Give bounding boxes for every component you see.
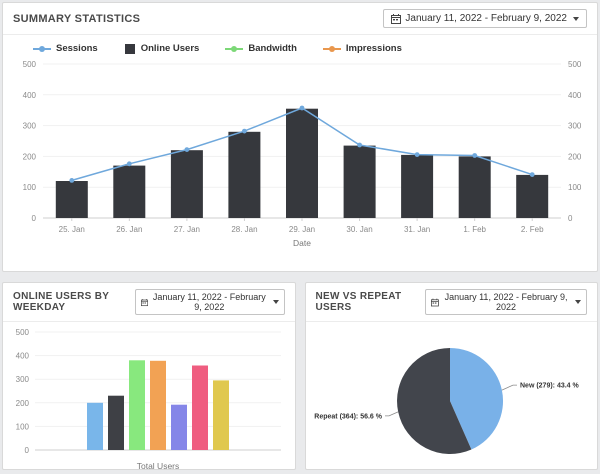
new-vs-repeat-users-panel: NEW VS REPEAT USERS January 11, 2022 - F… (305, 282, 599, 470)
svg-text:300: 300 (568, 122, 582, 131)
pie-chart-wrap: New (279): 43.4 % Repeat (364): 56.6 % (306, 322, 598, 470)
summary-date-range-picker[interactable]: January 11, 2022 - February 9, 2022 (383, 9, 587, 28)
legend-item-label: Bandwidth (248, 43, 297, 54)
legend-line-marker (33, 45, 51, 53)
svg-text:0: 0 (32, 214, 37, 223)
legend-box-marker (124, 44, 136, 54)
online-users-by-weekday-panel: ONLINE USERS BY WEEKDAY January 11, 2022… (2, 282, 296, 470)
caret-down-icon (273, 300, 279, 304)
svg-text:200: 200 (23, 152, 37, 161)
calendar-icon (431, 298, 439, 307)
dashboard-page: SUMMARY STATISTICS January 11, 2022 - Fe… (0, 0, 600, 474)
weekday-date-range-label: January 11, 2022 - February 9, 2022 (152, 292, 266, 312)
svg-text:200: 200 (568, 152, 582, 161)
legend-item-label: Sessions (56, 43, 98, 54)
summary-panel-title: SUMMARY STATISTICS (13, 13, 140, 25)
svg-text:100: 100 (23, 183, 37, 192)
summary-panel-header: SUMMARY STATISTICS January 11, 2022 - Fe… (3, 3, 597, 35)
legend-item[interactable]: Sessions (33, 43, 98, 54)
summary-date-range-label: January 11, 2022 - February 9, 2022 (405, 13, 567, 24)
bottom-row: ONLINE USERS BY WEEKDAY January 11, 2022… (2, 282, 598, 470)
summary-chart-wrap: 0 0 100 100 200 200 300 300 400 400 500 500 25. Jan 2… (3, 56, 597, 259)
calendar-icon (391, 14, 401, 24)
svg-text:300: 300 (16, 375, 30, 384)
svg-text:25. Jan: 25. Jan (59, 225, 85, 234)
legend-item[interactable]: Bandwidth (225, 43, 297, 54)
legend-item-label: Impressions (346, 43, 402, 54)
new-repeat-panel-title: NEW VS REPEAT USERS (316, 291, 426, 313)
svg-text:27. Jan: 27. Jan (174, 225, 200, 234)
svg-text:Total Users: Total Users (137, 461, 180, 470)
legend-item[interactable]: Impressions (323, 43, 402, 54)
new-repeat-date-range-label: January 11, 2022 - February 9, 2022 (443, 292, 569, 312)
new-repeat-panel-header: NEW VS REPEAT USERS January 11, 2022 - F… (306, 283, 598, 322)
legend-line-marker (323, 45, 341, 53)
svg-text:300: 300 (23, 122, 37, 131)
svg-text:31. Jan: 31. Jan (404, 225, 430, 234)
svg-text:28. Jan: 28. Jan (231, 225, 257, 234)
legend-item-label: Online Users (141, 43, 200, 54)
calendar-icon (141, 298, 148, 307)
svg-text:1. Feb: 1. Feb (463, 225, 486, 234)
weekday-chart-wrap: 0 100 200 300 400 500 Total Users (3, 322, 295, 470)
svg-text:2. Feb: 2. Feb (521, 225, 544, 234)
summary-statistics-panel: SUMMARY STATISTICS January 11, 2022 - Fe… (2, 2, 598, 272)
weekday-date-range-picker[interactable]: January 11, 2022 - February 9, 2022 (135, 289, 284, 315)
weekday-bar-chart: 0 100 200 300 400 500 Total Users (5, 322, 293, 470)
svg-text:0: 0 (568, 214, 573, 223)
svg-text:500: 500 (16, 328, 30, 337)
weekday-panel-header: ONLINE USERS BY WEEKDAY January 11, 2022… (3, 283, 295, 322)
weekday-panel-title: ONLINE USERS BY WEEKDAY (13, 291, 135, 313)
svg-text:400: 400 (568, 91, 582, 100)
svg-text:29. Jan: 29. Jan (289, 225, 315, 234)
svg-text:0: 0 (25, 446, 30, 455)
svg-text:400: 400 (16, 352, 30, 361)
svg-text:500: 500 (568, 60, 582, 69)
svg-text:100: 100 (16, 422, 30, 431)
caret-down-icon (573, 17, 579, 21)
svg-text:30. Jan: 30. Jan (346, 225, 372, 234)
svg-text:New (279): 43.4 %: New (279): 43.4 % (520, 383, 580, 390)
new-vs-repeat-pie-chart: New (279): 43.4 % Repeat (364): 56.6 % (308, 322, 596, 470)
new-repeat-date-range-picker[interactable]: January 11, 2022 - February 9, 2022 (425, 289, 587, 315)
summary-chart-legend: Sessions Online Users Bandwidth Impressions (3, 35, 597, 56)
svg-text:Repeat (364): 56.6 %: Repeat (364): 56.6 % (314, 413, 382, 420)
svg-text:500: 500 (23, 60, 37, 69)
summary-combo-chart: 0 0 100 100 200 200 300 300 400 400 500 500 25. Jan 2… (5, 56, 599, 254)
svg-text:26. Jan: 26. Jan (116, 225, 142, 234)
caret-down-icon (575, 300, 581, 304)
svg-text:Date: Date (293, 238, 311, 248)
legend-item[interactable]: Online Users (124, 43, 200, 54)
legend-line-marker (225, 45, 243, 53)
svg-text:400: 400 (23, 91, 37, 100)
svg-text:200: 200 (16, 399, 30, 408)
svg-text:100: 100 (568, 183, 582, 192)
